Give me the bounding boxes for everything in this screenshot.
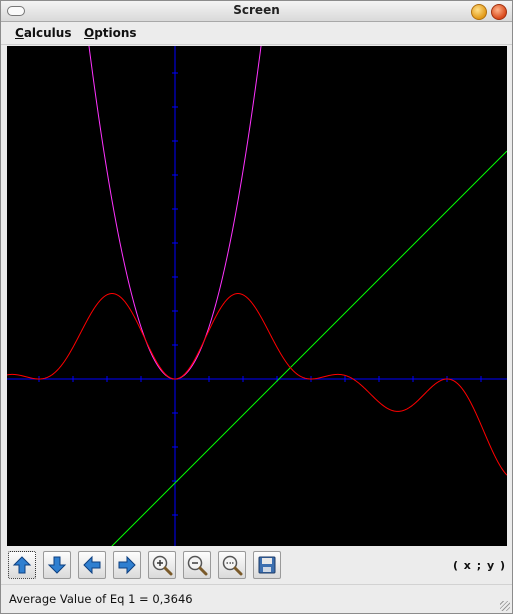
toolbar: ( x ; y ) [1, 548, 512, 585]
arrow-right-icon [118, 555, 136, 575]
menu-options-label: ptions [94, 26, 137, 40]
equation-green-line [111, 150, 507, 546]
arrow-down-icon [47, 556, 67, 574]
equation-red-curve [7, 293, 507, 476]
zoom-in-button[interactable] [148, 551, 176, 579]
menu-calculus-mnemonic: C [15, 26, 24, 40]
menu-calculus[interactable]: Calculus [15, 26, 71, 40]
graph-plot[interactable] [7, 46, 507, 546]
app-window: Screen Calculus Options (x ; y) Averag… [0, 0, 513, 614]
menu-options[interactable]: Options [84, 26, 137, 40]
zoom-reset-icon [222, 555, 243, 576]
move-left-button[interactable] [78, 551, 106, 579]
zoom-reset-button[interactable] [218, 551, 246, 579]
status-text: Average Value of Eq 1 = 0,3646 [9, 592, 193, 606]
resize-grip-icon[interactable] [500, 601, 510, 611]
minimize-icon[interactable] [471, 4, 487, 20]
floppy-disk-icon [258, 556, 276, 574]
coordinate-readout: ( x ; y ) [452, 559, 506, 572]
arrow-left-icon [83, 555, 101, 575]
menu-calculus-label: alculus [23, 26, 72, 40]
zoom-out-button[interactable] [183, 551, 211, 579]
move-up-button[interactable] [8, 551, 36, 579]
status-bar: Average Value of Eq 1 = 0,3646 [1, 585, 512, 613]
zoom-out-icon [187, 555, 208, 576]
title-bar[interactable]: Screen [1, 1, 512, 22]
graph-canvas[interactable] [7, 46, 507, 546]
move-right-button[interactable] [113, 551, 141, 579]
save-button[interactable] [253, 551, 281, 579]
arrow-up-icon [12, 556, 32, 574]
window-title: Screen [233, 3, 280, 17]
menu-bar: Calculus Options [1, 22, 512, 45]
close-icon[interactable] [491, 4, 507, 20]
zoom-in-icon [152, 555, 173, 576]
menu-options-mnemonic: O [84, 26, 95, 40]
move-down-button[interactable] [43, 551, 71, 579]
